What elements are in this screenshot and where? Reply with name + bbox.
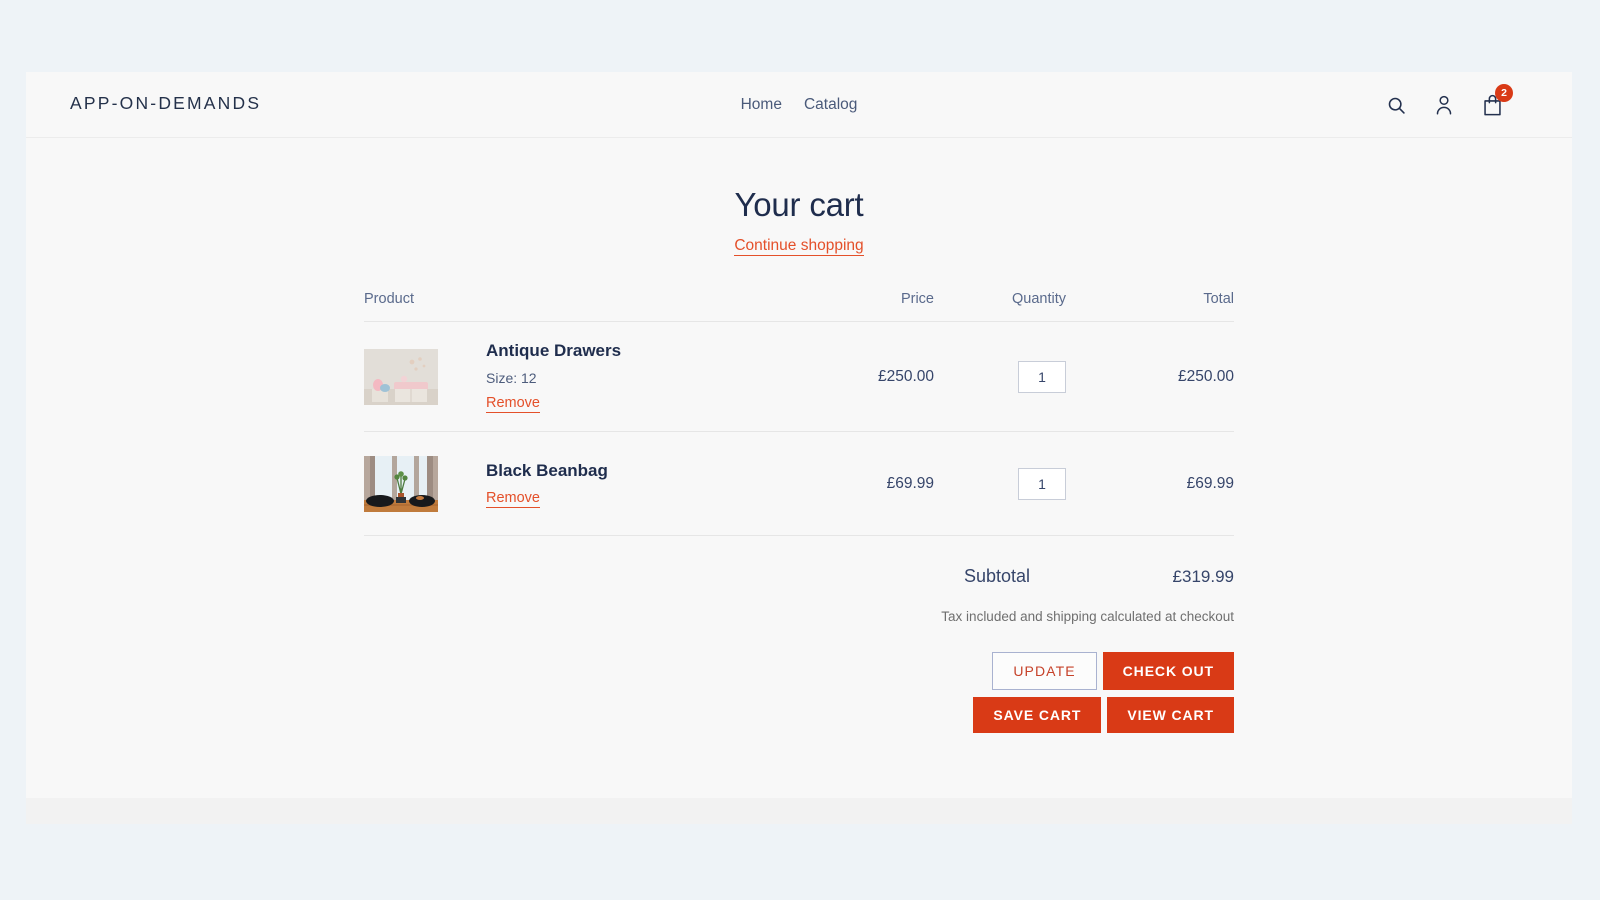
column-header-total: Total [1203,291,1234,307]
cart-actions: UPDATE CHECK OUT SAVE CART VIEW CART [364,652,1234,734]
tax-note: Tax included and shipping calculated at … [941,609,1234,625]
product-line-total: £250.00 [1177,367,1234,385]
cart-container: Your cart Continue shopping Product Pric… [364,138,1234,734]
search-button[interactable] [1382,90,1410,120]
product-title[interactable]: Black Beanbag [486,460,608,481]
storefront-panel: APP-ON-DEMANDS Home Catalog 2 Your cart … [26,72,1572,798]
page-root: APP-ON-DEMANDS Home Catalog 2 Your cart … [0,0,1600,900]
cart-button[interactable]: 2 [1478,84,1513,120]
header-icon-group: 2 [1382,84,1513,120]
column-header-price: Price [900,291,934,307]
cart-table: Product Price Quantity Total Antique Dra… [364,291,1234,537]
product-info: Black Beanbag Remove [486,460,608,508]
quantity-input[interactable] [1018,360,1066,393]
save-cart-button[interactable]: SAVE CART [973,697,1102,734]
subtotal-value: £319.99 [1172,567,1234,587]
product-cell: Black Beanbag Remove [364,455,784,512]
page-footer-strip [26,798,1572,824]
product-cell: Antique Drawers Size: 12 Remove [364,340,784,414]
product-variant: Size: 12 [486,370,537,387]
remove-item-link[interactable]: Remove [486,490,540,508]
subtotal-label: Subtotal [963,566,1030,587]
product-price: £250.00 [877,367,934,385]
account-button[interactable] [1430,90,1458,120]
page-title: Your cart [734,186,864,223]
table-row: Antique Drawers Size: 12 Remove £250.00 … [364,322,1234,433]
subtotal-row: Subtotal £319.99 [364,566,1234,587]
remove-item-link[interactable]: Remove [486,395,540,414]
column-header-product: Product [364,291,414,307]
site-header: APP-ON-DEMANDS Home Catalog 2 [26,72,1572,138]
continue-shopping-link[interactable]: Continue shopping [734,237,864,256]
quantity-input[interactable] [1018,467,1066,500]
product-thumbnail[interactable] [364,455,438,512]
account-icon [1434,94,1454,116]
search-icon [1386,95,1407,116]
quantity-cell [934,467,1084,500]
product-line-total: £69.99 [1186,474,1234,492]
cart-actions-row-primary: UPDATE CHECK OUT [364,652,1234,691]
table-row: Black Beanbag Remove £69.99 £69.99 [364,432,1234,537]
cart-table-header: Product Price Quantity Total [364,291,1234,322]
product-info: Antique Drawers Size: 12 Remove [486,340,621,414]
product-thumbnail[interactable] [364,348,438,405]
check-out-button[interactable]: CHECK OUT [1102,652,1234,691]
nav-item-home[interactable]: Home [741,96,782,114]
view-cart-button[interactable]: VIEW CART [1107,697,1234,734]
column-header-quantity: Quantity [1012,291,1066,307]
cart-actions-row-secondary: SAVE CART VIEW CART [364,697,1234,734]
product-price: £69.99 [886,474,934,492]
cart-count-badge: 2 [1495,84,1513,102]
cart-totals: Subtotal £319.99 Tax included and shippi… [364,566,1234,734]
update-button[interactable]: UPDATE [992,652,1097,691]
nav-item-catalog[interactable]: Catalog [804,96,857,114]
quantity-cell [934,360,1084,393]
product-title[interactable]: Antique Drawers [486,340,621,361]
main-navigation: Home Catalog [26,96,1572,114]
continue-shopping-wrap: Continue shopping [364,237,1234,256]
